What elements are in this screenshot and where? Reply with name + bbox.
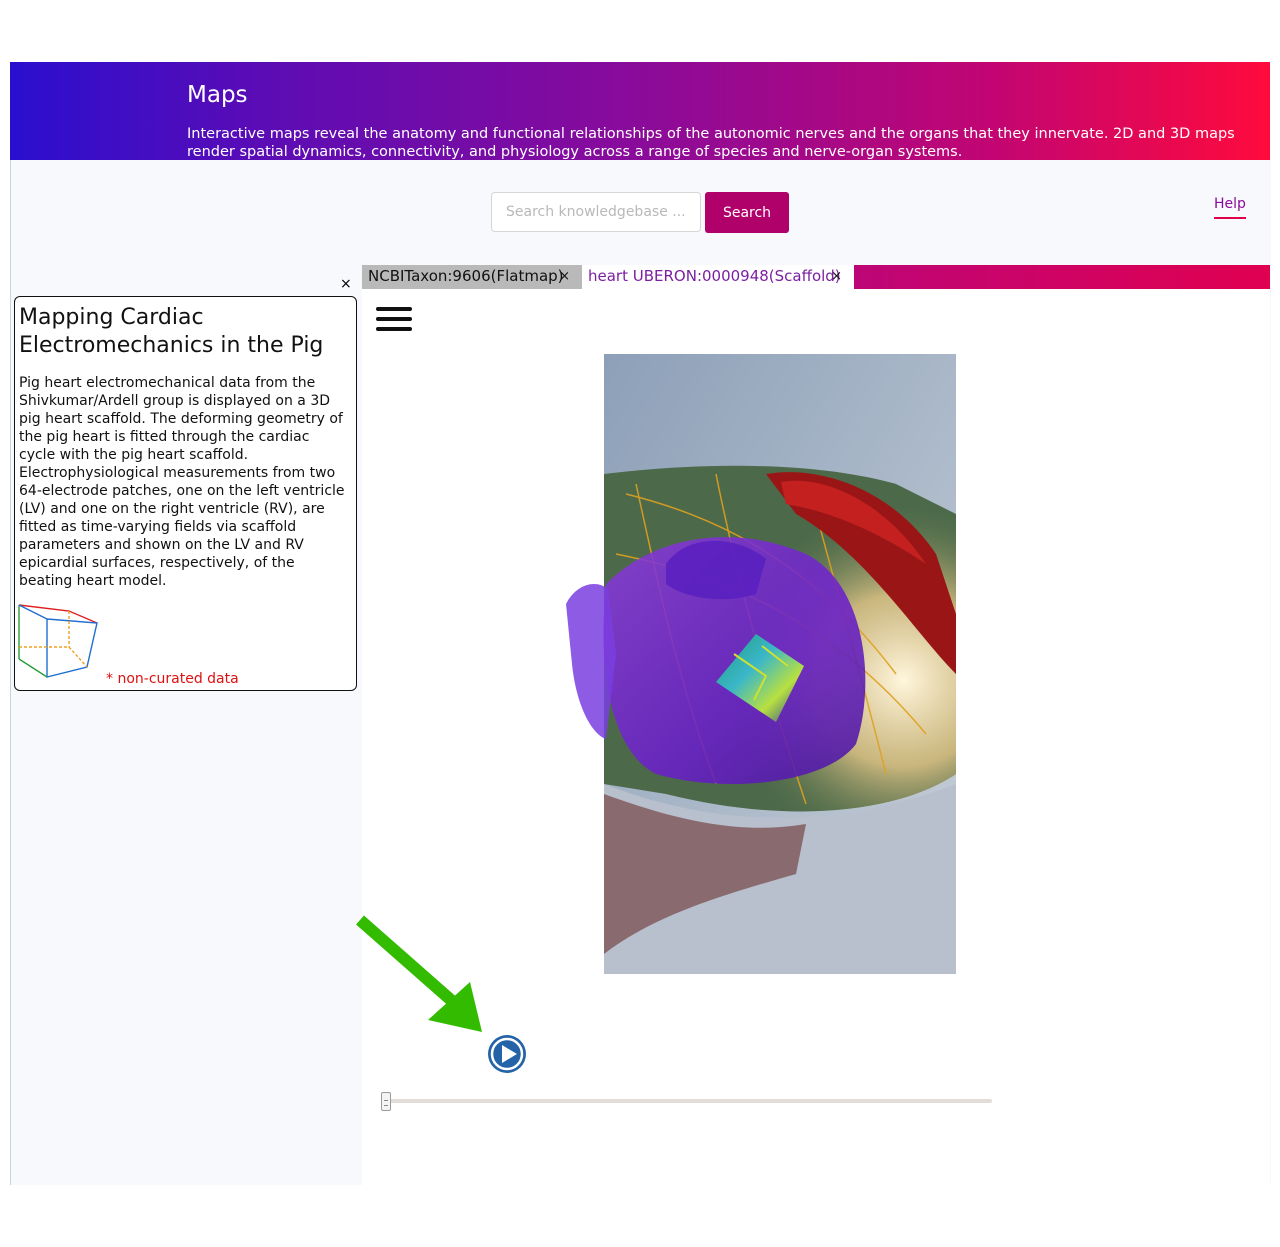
close-tab-icon[interactable]: ×: [831, 266, 842, 288]
heart-scaffold-render[interactable]: [566, 354, 958, 974]
header-banner: Maps Interactive maps reveal the anatomy…: [10, 62, 1270, 160]
search-input[interactable]: [491, 192, 701, 232]
timeline-slider-track[interactable]: [384, 1099, 992, 1103]
page-description: Interactive maps reveal the anatomy and …: [187, 126, 1235, 160]
scaffold-cube-icon: [18, 604, 98, 678]
non-curated-note: * non-curated data: [106, 671, 239, 687]
tab-flatmap[interactable]: NCBITaxon:9606(Flatmap) ×: [362, 265, 582, 289]
help-link[interactable]: Help: [1214, 196, 1246, 219]
menu-icon[interactable]: [376, 306, 414, 334]
tab-label: NCBITaxon:9606(Flatmap): [368, 267, 564, 285]
info-title: Mapping Cardiac Electromechanics in the …: [19, 305, 324, 358]
search-button[interactable]: Search: [705, 192, 789, 233]
close-panel-icon[interactable]: ×: [340, 277, 352, 291]
page-title: Maps: [187, 82, 248, 108]
play-button[interactable]: [486, 1033, 528, 1075]
close-tab-icon[interactable]: ×: [559, 266, 570, 288]
annotation-arrow-icon: [356, 915, 482, 1032]
tab-label: heart UBERON:0000948(Scaffold): [588, 267, 841, 285]
info-description: Pig heart electromechanical data from th…: [19, 375, 345, 589]
timeline-slider-handle[interactable]: [381, 1092, 391, 1111]
tab-scaffold[interactable]: heart UBERON:0000948(Scaffold) ×: [582, 265, 854, 289]
